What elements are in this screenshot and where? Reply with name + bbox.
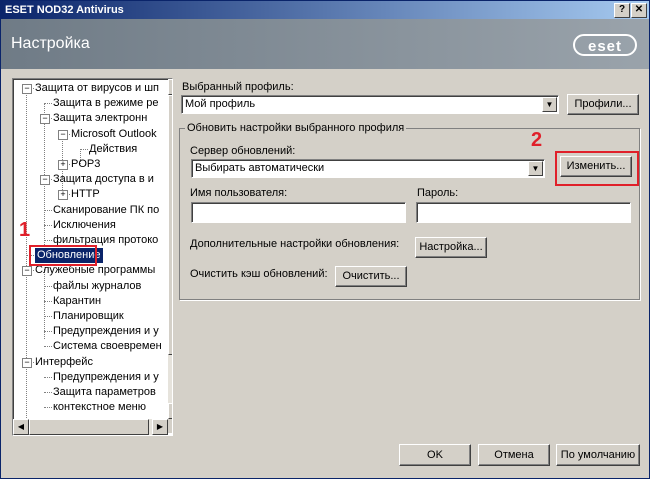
clear-cache-label: Очистить кэш обновлений: (190, 268, 328, 280)
tree-connector (80, 148, 88, 150)
tree-item[interactable]: Карантин (53, 294, 101, 309)
tree-connector (44, 103, 52, 105)
ok-button[interactable]: OK (399, 444, 471, 466)
scroll-right-icon[interactable]: ▶ (152, 419, 168, 435)
tree-connector (44, 346, 52, 348)
tree-connector (44, 316, 52, 317)
scroll-up-icon[interactable]: ▲ (168, 79, 172, 95)
tree-connector (44, 224, 52, 226)
collapse-icon[interactable]: − (58, 129, 68, 140)
clear-cache-button[interactable]: Очистить... (335, 266, 407, 287)
password-label: Пароль: (417, 187, 459, 199)
tree-connector (26, 88, 27, 435)
tree-item[interactable]: Система своевремен (53, 339, 162, 354)
chevron-down-icon[interactable]: ▼ (528, 161, 543, 176)
default-button[interactable]: По умолчанию (556, 444, 640, 466)
tree-item[interactable]: Защита доступа в и (53, 172, 154, 187)
page-header: Настройка eset (1, 19, 649, 69)
tree-connector (44, 376, 52, 378)
tree-item[interactable]: Сканирование ПК по (53, 203, 159, 218)
close-button[interactable]: ✕ (631, 3, 647, 18)
tree-item[interactable]: файлы журналов (53, 279, 141, 294)
advanced-settings-label: Дополнительные настройки обновления: (190, 238, 400, 250)
tree-horizontal-scrollbar[interactable]: ◀ ▶ (13, 419, 168, 435)
change-server-button[interactable]: Изменить... (560, 156, 632, 177)
highlight-update-node (29, 245, 97, 266)
tree-item[interactable]: POP3 (71, 157, 100, 172)
tree-vertical-scrollbar[interactable]: ▲ ▼ (168, 79, 172, 419)
tree-connector (44, 269, 45, 339)
tree-connector (44, 240, 52, 241)
password-input[interactable] (416, 202, 631, 223)
tree-connector (44, 331, 52, 333)
scroll-corner (168, 419, 172, 433)
tree-connector (44, 285, 52, 287)
window-title: ESET NOD32 Antivirus (5, 4, 124, 16)
collapse-icon[interactable]: − (40, 114, 50, 125)
profiles-button[interactable]: Профили... (567, 94, 639, 115)
tree-item[interactable]: HTTP (71, 187, 100, 202)
tree-item[interactable]: Защита электронн (53, 111, 147, 126)
collapse-icon[interactable]: − (22, 84, 32, 94)
annotation-marker-1: 1 (19, 219, 31, 241)
profile-select-value: Мой профиль (185, 98, 256, 110)
tree-item[interactable]: Исключения (53, 218, 116, 233)
username-label: Имя пользователя: (190, 187, 288, 199)
tree-item[interactable]: Действия (89, 142, 137, 157)
tree-connector (44, 407, 52, 409)
profile-label: Выбранный профиль: (182, 81, 294, 93)
server-select[interactable]: Выбирать автоматически ▼ (191, 159, 545, 178)
tree-item[interactable]: Предупреждения и у (53, 324, 159, 339)
collapse-icon[interactable]: − (40, 175, 50, 186)
tree-item[interactable]: Предупреждения и у (53, 370, 159, 385)
expand-icon[interactable]: + (58, 160, 68, 170)
update-group-legend: Обновить настройки выбранного профиля (185, 122, 407, 134)
server-label: Сервер обновлений: (190, 145, 296, 157)
tree-connector (44, 300, 52, 302)
help-button[interactable]: ? (614, 3, 630, 18)
eset-logo: eset (573, 34, 637, 56)
profile-select[interactable]: Мой профиль ▼ (181, 95, 559, 114)
tree-item[interactable]: контекстное меню (53, 400, 146, 415)
scroll-left-icon[interactable]: ◀ (13, 419, 29, 435)
tree-connector (44, 209, 52, 211)
chevron-down-icon[interactable]: ▼ (542, 97, 557, 112)
title-bar[interactable]: ESET NOD32 Antivirus ? ✕ (1, 1, 649, 19)
tree-connector (44, 392, 52, 393)
tree-item[interactable]: Интерфейс (35, 355, 93, 370)
server-select-value: Выбирать автоматически (195, 162, 325, 174)
hscroll-thumb[interactable] (29, 419, 149, 435)
page-title: Настройка (11, 35, 90, 52)
setup-button[interactable]: Настройка... (415, 237, 487, 258)
collapse-icon[interactable]: − (22, 357, 32, 368)
settings-window: ESET NOD32 Antivirus ? ✕ Настройка eset … (0, 0, 650, 479)
expand-icon[interactable]: + (58, 190, 68, 201)
tree-item[interactable]: Защита параметров (53, 385, 156, 400)
collapse-icon[interactable]: − (22, 266, 32, 277)
scroll-thumb[interactable] (168, 95, 172, 355)
username-input[interactable] (191, 202, 406, 223)
tree-item[interactable]: Защита в режиме ре (53, 96, 159, 111)
tree-item[interactable]: Защита от вирусов и шп (35, 81, 159, 96)
tree-item[interactable]: Microsoft Outlook (71, 127, 157, 142)
cancel-button[interactable]: Отмена (478, 444, 550, 466)
scroll-down-icon[interactable]: ▼ (168, 403, 172, 419)
tree-item[interactable]: Планировщик (53, 309, 124, 324)
